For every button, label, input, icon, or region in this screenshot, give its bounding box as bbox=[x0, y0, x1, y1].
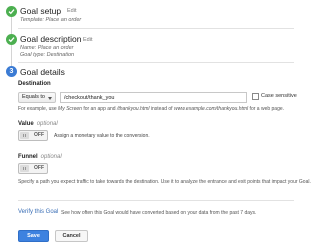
chevron-down-icon bbox=[48, 97, 52, 100]
divider bbox=[18, 200, 294, 201]
divider bbox=[18, 28, 294, 29]
value-label: Value optional bbox=[18, 121, 58, 127]
goal-type-line: Goal type: Destination bbox=[20, 52, 75, 58]
value-toggle[interactable]: OFF bbox=[18, 130, 48, 141]
destination-label: Destination bbox=[18, 81, 51, 87]
funnel-description: Specify a path you expect traffic to tak… bbox=[18, 179, 311, 185]
destination-help-text: For example, use My Screen for an app an… bbox=[18, 106, 285, 112]
match-type-dropdown[interactable]: Equals to bbox=[18, 92, 56, 103]
verify-description: See how often this Goal would have conve… bbox=[61, 210, 257, 216]
case-sensitive-label: Case sensitive bbox=[261, 93, 297, 99]
cancel-button[interactable]: Cancel bbox=[55, 230, 88, 242]
funnel-toggle[interactable]: OFF bbox=[18, 163, 48, 174]
match-type-value: Equals to bbox=[22, 94, 45, 100]
goal-setup-edit-link[interactable]: Edit bbox=[67, 8, 76, 14]
toggle-handle-icon bbox=[20, 165, 29, 172]
goal-description-edit-link[interactable]: Edit bbox=[83, 37, 92, 43]
funnel-toggle-state: OFF bbox=[34, 165, 44, 171]
save-button[interactable]: Save bbox=[18, 230, 49, 242]
goal-setup-template: Template: Place an order bbox=[20, 17, 82, 23]
goal-details-title: Goal details bbox=[20, 67, 65, 77]
checkmark-icon bbox=[6, 34, 17, 45]
divider bbox=[18, 62, 294, 63]
toggle-handle-icon bbox=[20, 132, 29, 139]
destination-input[interactable] bbox=[60, 92, 247, 103]
value-description: Assign a monetary value to the conversio… bbox=[54, 133, 150, 139]
checkmark-icon bbox=[6, 6, 17, 17]
case-sensitive-checkbox[interactable] bbox=[252, 93, 259, 100]
value-toggle-state: OFF bbox=[34, 132, 44, 138]
step-number-badge: 3 bbox=[6, 66, 17, 77]
goal-setup-title: Goal setup bbox=[20, 6, 62, 16]
funnel-label: Funnel optional bbox=[18, 154, 62, 160]
verify-goal-link[interactable]: Verify this Goal bbox=[18, 209, 58, 215]
goal-name-line: Name: Place an order bbox=[20, 45, 74, 51]
goal-description-title: Goal description bbox=[20, 34, 82, 44]
